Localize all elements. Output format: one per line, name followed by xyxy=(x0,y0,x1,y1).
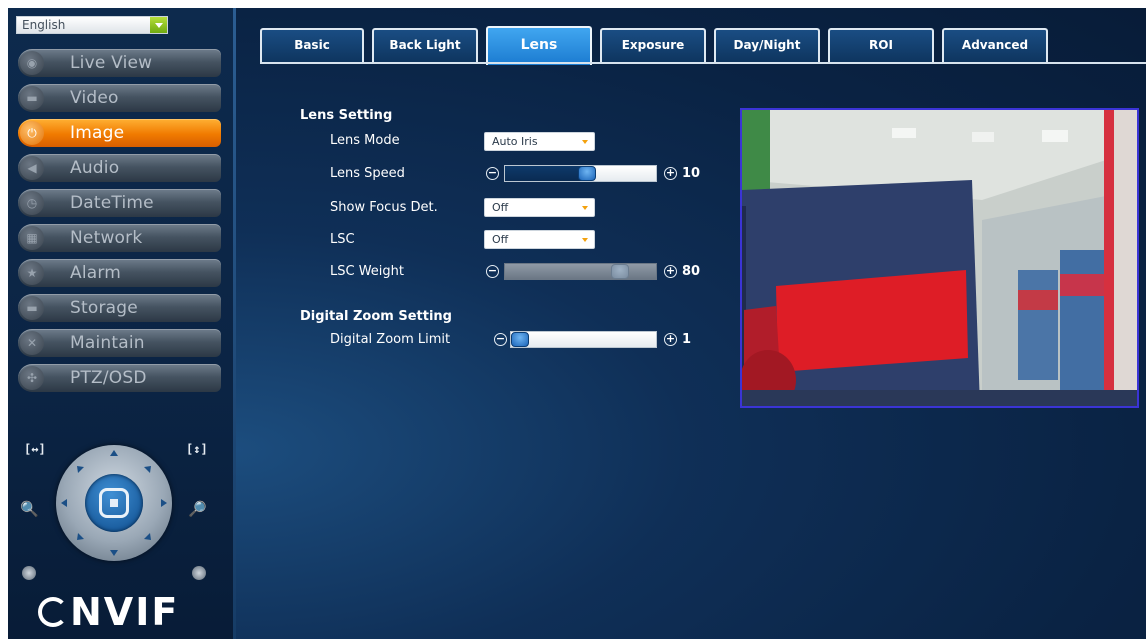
tab-bar: Basic Back Light Lens Exposure Day/Night… xyxy=(260,26,1146,65)
decrease-icon[interactable]: − xyxy=(494,333,507,346)
joystick-center[interactable] xyxy=(85,474,143,532)
lsc-label: LSC xyxy=(330,232,355,247)
zoom-out-icon[interactable]: 🔍 xyxy=(20,500,39,518)
sidebar-item-label: Audio xyxy=(70,158,120,178)
sidebar-item-live-view[interactable]: ◉ Live View xyxy=(18,49,221,77)
increase-icon: + xyxy=(664,264,677,278)
tab-label: ROI xyxy=(869,38,893,52)
network-icon: ▦ xyxy=(20,226,44,250)
language-value: English xyxy=(22,18,66,32)
drive-icon: ▬ xyxy=(20,296,44,320)
focus-near-icon[interactable] xyxy=(22,566,36,580)
tab-back-light[interactable]: Back Light xyxy=(372,28,478,62)
focus-far-icon[interactable] xyxy=(192,566,206,580)
digital-zoom-limit-slider[interactable] xyxy=(510,331,657,348)
sidebar-item-label: Alarm xyxy=(70,263,122,283)
show-focus-det-value: Off xyxy=(492,201,509,214)
dropdown-arrow-icon[interactable] xyxy=(150,17,167,33)
tab-exposure[interactable]: Exposure xyxy=(600,28,706,62)
tools-icon: ✕ xyxy=(20,331,44,355)
digital-zoom-limit-label: Digital Zoom Limit xyxy=(330,332,451,347)
lsc-value: Off xyxy=(492,233,509,246)
decrease-icon: − xyxy=(486,264,499,278)
tab-basic[interactable]: Basic xyxy=(260,28,364,62)
arrows-icon: ✣ xyxy=(20,366,44,390)
tab-label: Advanced xyxy=(961,38,1029,52)
sidebar-item-image[interactable]: ⏻ Image xyxy=(18,119,221,147)
tab-label: Back Light xyxy=(389,38,461,52)
clock-icon: ◷ xyxy=(20,191,44,215)
tab-label: Day/Night xyxy=(733,38,801,52)
dropdown-arrow-icon xyxy=(582,140,588,144)
lens-setting-title: Lens Setting xyxy=(300,108,393,123)
camera-icon: ▬ xyxy=(20,86,44,110)
sidebar-item-label: Storage xyxy=(70,298,138,318)
digital-zoom-setting-title: Digital Zoom Setting xyxy=(300,309,452,324)
tab-day-night[interactable]: Day/Night xyxy=(714,28,820,62)
tab-label: Lens xyxy=(520,37,558,53)
lens-speed-slider[interactable] xyxy=(504,165,657,182)
dropdown-arrow-icon xyxy=(582,206,588,210)
increase-icon[interactable]: + xyxy=(664,333,677,346)
sidebar-item-storage[interactable]: ▬ Storage xyxy=(18,294,221,322)
tab-advanced[interactable]: Advanced xyxy=(942,28,1048,62)
slider-handle[interactable] xyxy=(578,166,596,181)
sidebar-item-audio[interactable]: ◀ Audio xyxy=(18,154,221,182)
lens-speed-label: Lens Speed xyxy=(330,166,405,181)
ptz-joystick[interactable] xyxy=(56,445,172,561)
sidebar-item-maintain[interactable]: ✕ Maintain xyxy=(18,329,221,357)
zoom-wide-icon[interactable]: [↔] xyxy=(24,442,46,456)
tab-roi[interactable]: ROI xyxy=(828,28,934,62)
lsc-select[interactable]: Off xyxy=(484,230,595,249)
slider-fill xyxy=(505,166,587,181)
office-scene-image xyxy=(742,110,1137,406)
zoom-in-icon[interactable]: 🔎 xyxy=(188,500,207,518)
decrease-icon[interactable]: − xyxy=(486,167,499,180)
home-button[interactable] xyxy=(99,488,129,518)
digital-zoom-limit-value: 1 xyxy=(682,332,692,347)
sidebar-item-label: PTZ/OSD xyxy=(70,368,147,388)
sidebar-item-label: Maintain xyxy=(70,333,145,353)
sidebar-item-network[interactable]: ▦ Network xyxy=(18,224,221,252)
sidebar-item-ptz-osd[interactable]: ✣ PTZ/OSD xyxy=(18,364,221,392)
sidebar-item-video[interactable]: ▬ Video xyxy=(18,84,221,112)
tab-lens[interactable]: Lens xyxy=(486,26,592,65)
sidebar-item-label: Network xyxy=(70,228,143,248)
power-icon: ⏻ xyxy=(20,121,44,145)
slider-handle xyxy=(611,264,629,279)
chat-bubble-icon: ◉ xyxy=(20,51,44,75)
sidebar-item-label: Video xyxy=(70,88,119,108)
lsc-weight-value: 80 xyxy=(682,264,701,279)
language-select[interactable]: English xyxy=(16,16,168,34)
slider-handle[interactable] xyxy=(511,332,529,347)
dropdown-arrow-icon xyxy=(582,238,588,242)
sidebar-item-label: Live View xyxy=(70,53,153,73)
sidebar-item-datetime[interactable]: ◷ DateTime xyxy=(18,189,221,217)
show-focus-det-label: Show Focus Det. xyxy=(330,200,438,215)
lens-mode-value: Auto Iris xyxy=(492,135,538,148)
sidebar: English ◉ Live View ▬ Video ⏻ Image ◀ Au… xyxy=(8,8,236,639)
camera-preview xyxy=(740,108,1139,408)
onvif-logo: NVIF xyxy=(38,590,179,634)
zoom-tele-icon[interactable]: [↕] xyxy=(186,442,208,456)
lsc-weight-label: LSC Weight xyxy=(330,264,404,279)
tab-label: Exposure xyxy=(621,38,685,52)
lens-mode-select[interactable]: Auto Iris xyxy=(484,132,595,151)
star-icon: ★ xyxy=(20,261,44,285)
show-focus-det-select[interactable]: Off xyxy=(484,198,595,217)
speaker-icon: ◀ xyxy=(20,156,44,180)
sidebar-item-label: Image xyxy=(70,123,125,143)
lens-mode-label: Lens Mode xyxy=(330,133,400,148)
sidebar-item-label: DateTime xyxy=(70,193,154,213)
app-frame: English ◉ Live View ▬ Video ⏻ Image ◀ Au… xyxy=(8,8,1146,639)
lsc-weight-slider xyxy=(504,263,657,280)
increase-icon[interactable]: + xyxy=(664,167,677,180)
lens-speed-value: 10 xyxy=(682,166,701,181)
sidebar-item-alarm[interactable]: ★ Alarm xyxy=(18,259,221,287)
tab-label: Basic xyxy=(294,38,330,52)
